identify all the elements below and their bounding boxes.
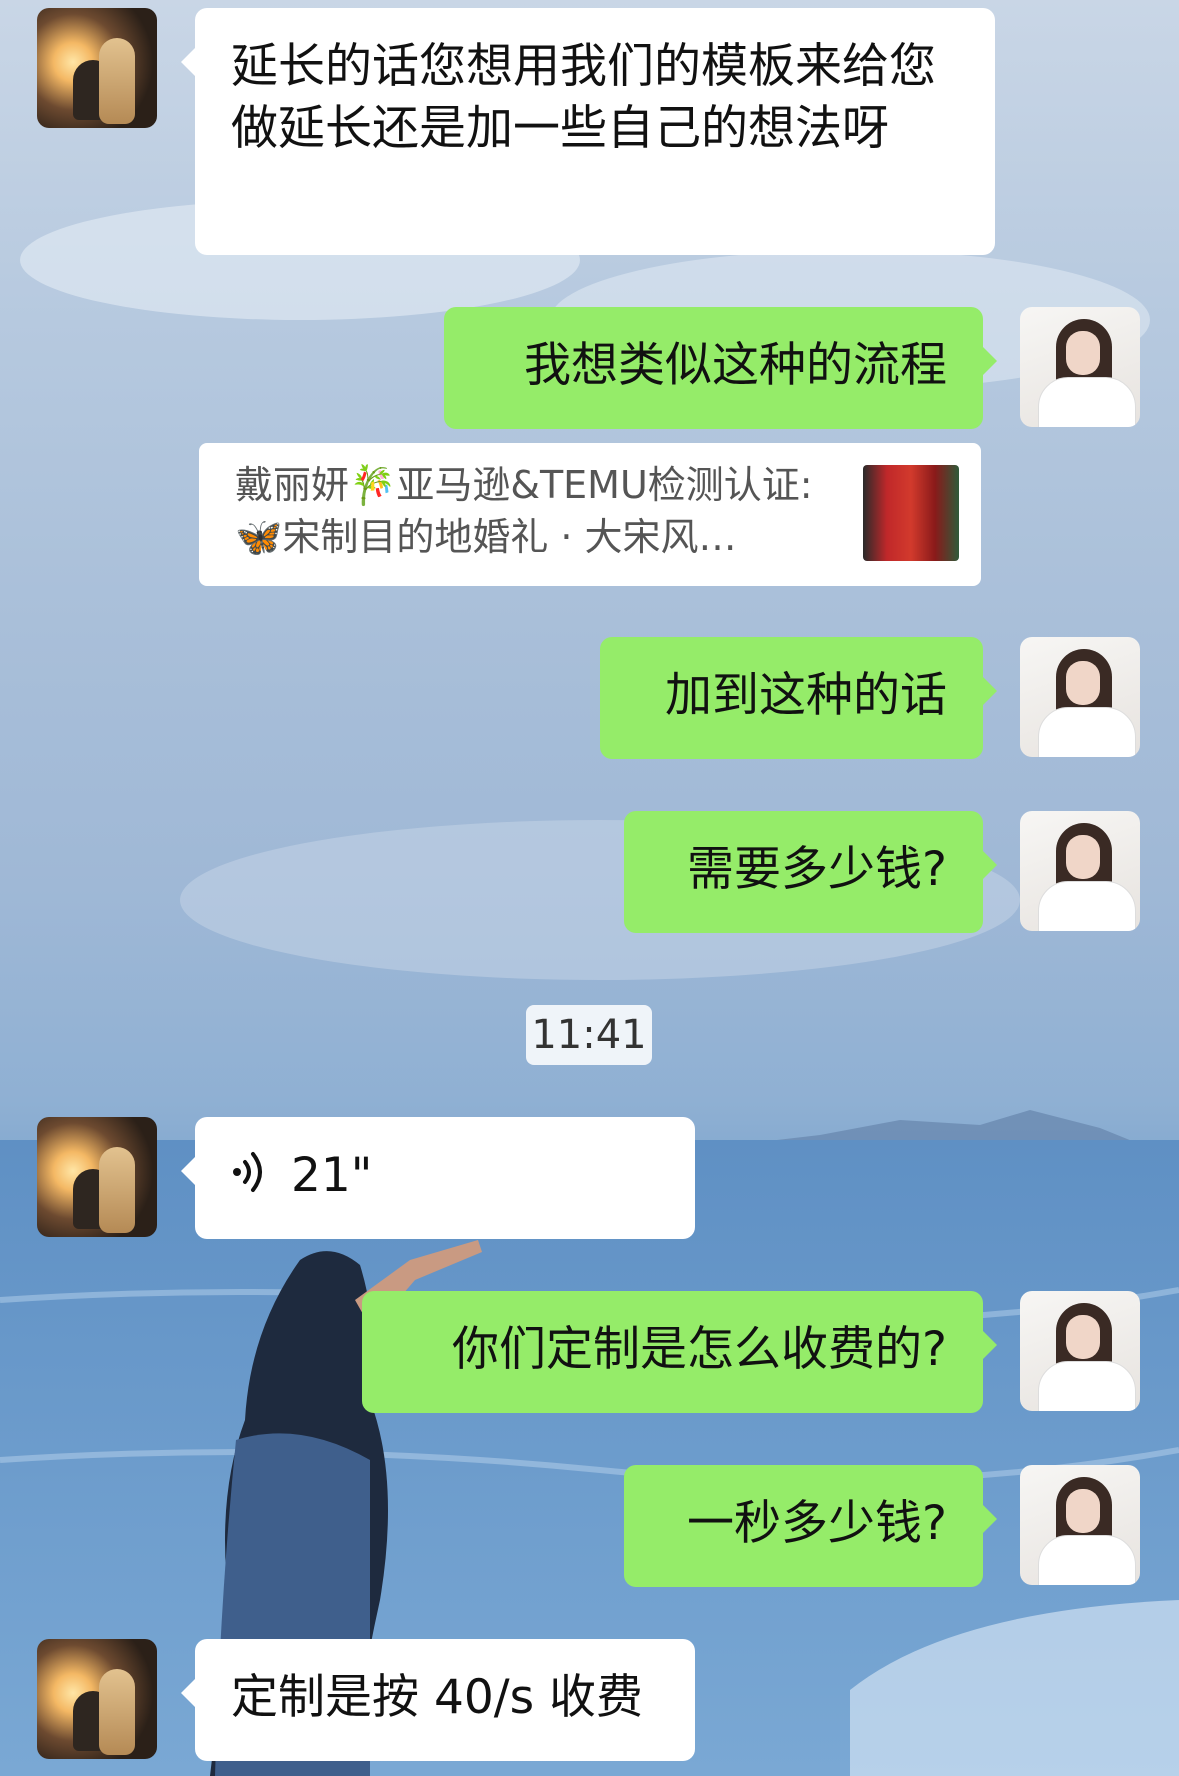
message-text: 你们定制是怎么收费的? (452, 1322, 947, 1377)
message-text: 加到这种的话 (665, 668, 947, 723)
avatar-body (1038, 1361, 1136, 1411)
contact-avatar[interactable] (37, 8, 157, 128)
contact-avatar[interactable] (37, 1639, 157, 1759)
user-avatar[interactable] (1020, 637, 1140, 757)
avatar-body (1038, 881, 1136, 931)
chat-background (0, 200, 1179, 1776)
quoted-message-card[interactable]: 戴丽妍🎋亚马逊&TEMU检测认证: 🦋宋制目的地婚礼 · 大宋风… (199, 443, 981, 586)
avatar-body (1038, 377, 1136, 427)
quoted-message-text: 戴丽妍🎋亚马逊&TEMU检测认证: 🦋宋制目的地婚礼 · 大宋风… (235, 463, 813, 559)
avatar-body (1038, 1535, 1136, 1585)
avatar-hair (99, 1147, 135, 1233)
user-avatar[interactable] (1020, 811, 1140, 931)
avatar-body (1038, 707, 1136, 757)
avatar-face (1066, 661, 1100, 705)
avatar-face (1066, 331, 1100, 375)
message-text: 我想类似这种的流程 (524, 338, 947, 393)
message-timestamp: 11:41 (526, 1005, 652, 1065)
voice-message-bubble[interactable]: 21" (181, 1117, 695, 1239)
contact-avatar[interactable] (37, 1117, 157, 1237)
user-avatar[interactable] (1020, 1291, 1140, 1411)
outgoing-message-bubble[interactable]: 需要多少钱? (624, 811, 997, 933)
outgoing-message-bubble[interactable]: 一秒多少钱? (624, 1465, 997, 1587)
voice-wave-icon (231, 1148, 269, 1210)
user-avatar[interactable] (1020, 1465, 1140, 1585)
incoming-message-bubble[interactable]: 延长的话您想用我们的模板来给您做延长还是加一些自己的想法呀 (181, 8, 995, 255)
outgoing-message-bubble[interactable]: 加到这种的话 (600, 637, 997, 759)
avatar-face (1066, 835, 1100, 879)
avatar-hair (99, 1669, 135, 1755)
outgoing-message-bubble[interactable]: 你们定制是怎么收费的? (362, 1291, 997, 1413)
message-text: 一秒多少钱? (687, 1496, 947, 1551)
incoming-message-bubble[interactable]: 定制是按 40/s 收费 (181, 1639, 695, 1761)
avatar-hair (99, 38, 135, 124)
message-text: 延长的话您想用我们的模板来给您做延长还是加一些自己的想法呀 (231, 39, 936, 156)
user-avatar[interactable] (1020, 307, 1140, 427)
quoted-image-thumbnail[interactable] (863, 465, 959, 561)
outgoing-message-bubble[interactable]: 我想类似这种的流程 (444, 307, 997, 429)
avatar-face (1066, 1315, 1100, 1359)
message-text: 需要多少钱? (687, 842, 947, 897)
voice-duration: 21" (291, 1148, 373, 1203)
avatar-face (1066, 1489, 1100, 1533)
message-text: 定制是按 40/s 收费 (231, 1670, 644, 1725)
